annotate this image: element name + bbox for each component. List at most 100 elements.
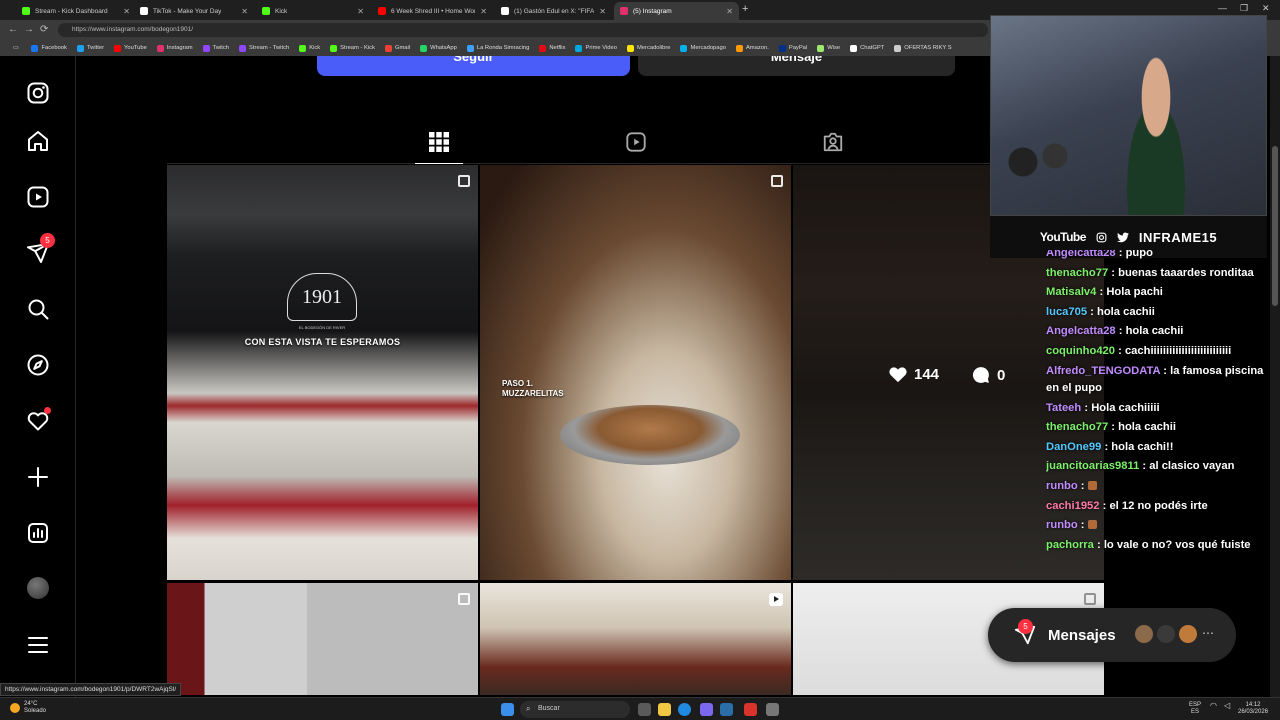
bookmark-favicon-icon (202, 44, 210, 52)
more-menu-icon[interactable] (26, 633, 50, 657)
home-icon[interactable] (26, 129, 50, 153)
file-explorer-icon[interactable] (658, 703, 671, 716)
more-icon[interactable]: ⋯ (1202, 626, 1214, 640)
edge-icon[interactable] (678, 703, 691, 716)
browser-tab[interactable]: TikTok - Make Your Day ✕ (134, 2, 254, 20)
bookmark-item[interactable]: Wise (812, 44, 845, 52)
start-icon[interactable] (501, 703, 514, 716)
bookmark-item[interactable]: Facebook (26, 44, 71, 52)
reels-icon[interactable] (26, 185, 50, 209)
bookmark-item[interactable]: Gmail (380, 44, 415, 52)
post-tile-1[interactable]: 1901 CON ESTA VISTA TE ESPERAMOS EL BODE… (167, 165, 478, 580)
bookmark-item[interactable]: OFERTAS RIKY S (889, 44, 956, 52)
direct-messages-icon[interactable]: 5 (26, 233, 55, 265)
post-tile-2[interactable]: PASO 1. MUZZARELITAS (480, 165, 791, 580)
tab-close-icon[interactable]: ✕ (726, 7, 733, 16)
url-field[interactable]: https://www.instagram.com/bodegon1901/ (58, 23, 988, 37)
task-view-icon[interactable] (638, 703, 651, 716)
bookmark-item[interactable]: YouTube (109, 44, 152, 52)
clock[interactable]: 14:12 26/03/2026 (1238, 702, 1268, 716)
taskbar-search[interactable]: ⌕ Buscar (520, 701, 630, 718)
follow-button[interactable]: Seguir (317, 56, 630, 76)
chat-message: pachorra : lo vale o no? vos qué fuiste (1046, 538, 1251, 551)
browser-tab[interactable]: (1) Gastón Edul en X: "FIFA anunci ✕ (495, 2, 612, 20)
emote-icon (1087, 520, 1097, 530)
browser-tab[interactable]: 6 Week Shred III • Home Workout ✕ (372, 2, 493, 20)
bookmark-item[interactable]: Prime Video (570, 44, 621, 52)
twitter-icon (1116, 231, 1129, 242)
bookmark-item[interactable]: La Ronda Simracing (462, 44, 535, 52)
tab-posts-grid-icon[interactable] (427, 130, 451, 154)
create-icon[interactable] (26, 465, 50, 489)
wifi-icon[interactable]: ◠ (1210, 702, 1217, 710)
like-count: 144 (888, 365, 939, 383)
bookmark-favicon-icon (76, 44, 84, 52)
bookmark-item[interactable]: Stream - Twitch (234, 44, 294, 52)
volume-icon[interactable]: ◁ (1224, 702, 1230, 710)
page-scrollbar[interactable] (1270, 56, 1280, 697)
messages-pill[interactable]: 5 Mensajes ⋯ (988, 608, 1236, 662)
reel-icon (769, 593, 783, 606)
tab-close-icon[interactable]: ✕ (357, 7, 364, 16)
tab-favicon-icon (378, 7, 386, 15)
bookmark-item[interactable]: Twitch (198, 44, 234, 52)
tab-tagged-icon[interactable] (821, 130, 845, 154)
reload-icon[interactable]: ⟳ (40, 24, 48, 35)
app-icon[interactable] (744, 703, 757, 716)
bookmark-favicon-icon (778, 44, 786, 52)
language-indicator[interactable]: ESP ES (1189, 702, 1201, 716)
search-icon[interactable] (26, 297, 50, 321)
chat-text: hola cachi!! (1111, 440, 1174, 453)
steam-icon[interactable] (720, 703, 733, 716)
browser-tab[interactable]: Stream - Kick Dashboard ✕ (16, 2, 136, 20)
tab-close-icon[interactable]: ✕ (599, 7, 606, 16)
dashboard-icon[interactable] (26, 521, 50, 545)
bookmark-item[interactable]: WhatsApp (415, 44, 462, 52)
tab-title: Kick (275, 7, 288, 15)
post-tile-5[interactable] (480, 583, 791, 695)
bookmark-favicon-icon (156, 44, 164, 52)
tab-favicon-icon (501, 7, 509, 15)
bookmark-item[interactable]: Kick (294, 44, 325, 52)
scrollbar-thumb[interactable] (1272, 146, 1278, 306)
bookmark-item[interactable]: Amazon. (731, 44, 774, 52)
new-tab-button[interactable]: + (742, 3, 748, 15)
chat-text: hola cachii (1097, 305, 1155, 318)
bookmark-item[interactable]: Netflix (534, 44, 570, 52)
bookmark-item[interactable]: Twitter (72, 44, 109, 52)
app-icon[interactable] (766, 703, 779, 716)
bookmark-item[interactable]: PayPal (774, 44, 812, 52)
explore-icon[interactable] (26, 353, 50, 377)
apps-icon[interactable]: ▭ (8, 45, 26, 51)
maximize-button[interactable]: ❐ (1240, 3, 1248, 14)
notifications-heart-icon[interactable] (26, 407, 51, 433)
close-window-button[interactable]: ✕ (1262, 3, 1270, 14)
streamer (1111, 56, 1201, 215)
bookmark-item[interactable]: ChatGPT (845, 44, 889, 52)
avatar (1155, 623, 1177, 645)
instagram-logo-icon[interactable] (26, 81, 50, 105)
bookmark-favicon-icon (539, 44, 547, 52)
profile-avatar[interactable] (26, 576, 50, 600)
tab-reels-icon[interactable] (624, 130, 648, 154)
message-button[interactable]: Mensaje (638, 56, 955, 76)
tab-close-icon[interactable]: ✕ (241, 7, 248, 16)
bookmark-item[interactable]: Instagram (152, 44, 198, 52)
bookmark-item[interactable]: Mercadopago (675, 44, 730, 52)
chat-username: luca705 (1046, 305, 1088, 318)
comment-filled-icon (972, 367, 989, 383)
app-icon[interactable] (700, 703, 713, 716)
browser-tab[interactable]: (5) Instagram ✕ (614, 2, 739, 20)
forward-icon[interactable]: → (24, 24, 34, 35)
bookmark-item[interactable]: Mercadolibre (622, 44, 676, 52)
browser-tab[interactable]: Kick ✕ (256, 2, 370, 20)
bookmark-item[interactable]: Stream - Kick (325, 44, 380, 52)
tab-close-icon[interactable]: ✕ (123, 7, 130, 16)
post-tile-4[interactable] (167, 583, 478, 695)
back-icon[interactable]: ← (8, 24, 18, 35)
minimize-button[interactable]: — (1218, 3, 1227, 13)
tab-close-icon[interactable]: ✕ (480, 7, 487, 16)
bookmark-favicon-icon (735, 44, 743, 52)
weather-widget[interactable]: 24°C Soleado (10, 701, 46, 715)
carousel-icon (771, 175, 783, 187)
